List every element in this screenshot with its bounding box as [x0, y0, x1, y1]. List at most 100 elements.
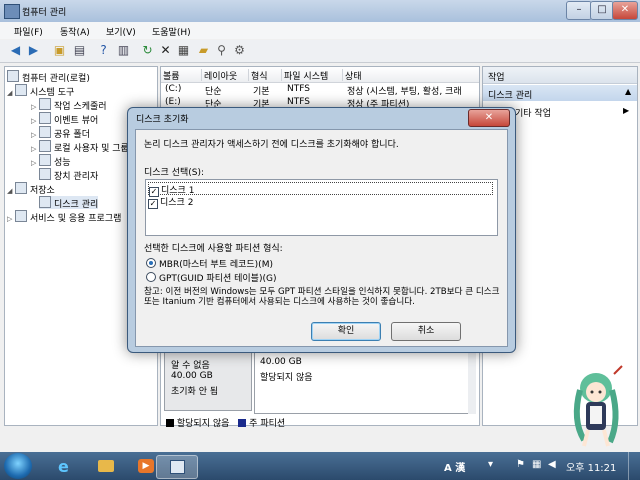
menu-help[interactable]: 도움말(H) — [152, 25, 191, 38]
disk-2-checkbox[interactable]: ✓ — [148, 199, 158, 209]
back-icon[interactable]: ◀ — [8, 43, 23, 58]
folder-icon — [98, 460, 114, 472]
disk-map-scrollbar[interactable] — [468, 348, 476, 414]
search-icon[interactable]: ⚲ — [214, 43, 229, 58]
legend-swatch-unallocated — [166, 419, 174, 427]
settings-icon[interactable]: ⚙ — [232, 43, 247, 58]
storage-icon — [15, 182, 27, 194]
menu-file[interactable]: 파일(F) — [14, 25, 43, 38]
disk-select-list: ✓ 디스크 1 ✓ 디스크 2 — [145, 179, 498, 236]
list-item[interactable]: ✓ 디스크 1 — [148, 182, 493, 197]
collapse-icon[interactable]: ◢ — [7, 87, 15, 100]
menu-bar: 파일(F) 동작(A) 보기(V) 도움말(H) — [0, 22, 640, 39]
flag-icon[interactable]: ⚑ — [516, 459, 525, 470]
table-row[interactable]: (C:) 단순 기본 NTFS 정상 (시스템, 부팅, 활성, 크래 — [161, 84, 479, 97]
folder-up-icon[interactable]: ▣ — [52, 43, 67, 58]
forward-icon[interactable]: ▶ — [26, 43, 41, 58]
ime-indicator[interactable]: A 漢 — [444, 459, 465, 474]
column-volume[interactable]: 볼륨 — [161, 69, 202, 82]
properties-icon[interactable]: ▦ — [176, 43, 191, 58]
tree-item-services-applications[interactable]: ▷ 서비스 및 응용 프로그램 — [7, 210, 121, 226]
tree-item-shared-folders[interactable]: ▷ 공유 폴더 — [31, 126, 90, 140]
help-icon[interactable]: ? — [96, 43, 111, 58]
tree-item-computer-management[interactable]: 컴퓨터 관리(로컬) — [7, 70, 90, 84]
gpt-option[interactable]: GPT(GUID 파티션 테이블)(G) — [146, 271, 276, 284]
actions-section-disk-management[interactable]: 디스크 관리 ▲ — [483, 85, 637, 101]
mbr-option[interactable]: MBR(마스터 부트 레코드)(M) — [146, 257, 273, 270]
event-viewer-icon — [39, 112, 51, 124]
clock[interactable]: 오후 11:21 — [566, 459, 616, 474]
delete-icon[interactable]: ✕ — [158, 43, 173, 58]
actions-section-label: 디스크 관리 — [488, 91, 533, 101]
device-manager-icon — [39, 168, 51, 180]
dialog-close-button[interactable]: ✕ — [468, 109, 510, 127]
collapse-icon[interactable]: ◢ — [7, 185, 15, 198]
tree-item-label: 작업 스케줄러 — [54, 102, 107, 112]
file-system-cell: NTFS — [287, 84, 310, 94]
dialog-title: 디스크 초기화 — [136, 115, 189, 125]
disk-select-label: 디스크 선택(S): — [144, 168, 205, 178]
gpt-radio[interactable] — [146, 272, 156, 282]
menu-action[interactable]: 동작(A) — [60, 25, 90, 38]
actions-header-label: 작업 — [488, 73, 505, 83]
refresh-icon[interactable]: ↻ — [140, 43, 155, 58]
window-title: 컴퓨터 관리 — [22, 8, 67, 18]
ok-button[interactable]: 확인 — [311, 322, 381, 341]
expand-icon[interactable]: ▷ — [31, 157, 39, 170]
desktop-mascot-image — [562, 360, 634, 450]
disk-info-panel[interactable]: 알 수 없음 40.00 GB 초기화 안 됨 — [164, 347, 252, 411]
cancel-button[interactable]: 취소 — [391, 322, 461, 341]
volume-icon[interactable]: ◀ — [548, 459, 556, 470]
ime-options-icon[interactable]: ▾ — [488, 459, 493, 470]
column-layout[interactable]: 레이아웃 — [202, 69, 249, 82]
tree-item-system-tools[interactable]: ◢ 시스템 도구 — [7, 84, 75, 100]
show-tree-icon[interactable]: ▤ — [72, 43, 87, 58]
network-icon[interactable]: ▦ — [532, 459, 541, 470]
close-button[interactable]: ✕ — [612, 1, 638, 20]
column-type[interactable]: 형식 — [249, 69, 282, 82]
action-more-label: 기타 작업 — [515, 109, 551, 119]
taskbar: e ▶ A 漢 ▾ ⚑ ▦ ◀ 오후 11:21 — [0, 452, 640, 480]
unallocated-region[interactable]: 40.00 GB 할당되지 않음 — [254, 347, 470, 414]
region-state: 할당되지 않음 — [260, 373, 313, 383]
maximize-button[interactable]: □ — [590, 1, 614, 20]
file-system-cell: NTFS — [287, 97, 310, 107]
taskbar-computer-management[interactable] — [156, 455, 198, 479]
tree-item-label: 컴퓨터 관리(로컬) — [22, 74, 90, 84]
tree-item-storage[interactable]: ◢ 저장소 — [7, 182, 55, 198]
tree-item-local-users[interactable]: ▷ 로컬 사용자 및 그룹 — [31, 140, 129, 154]
users-icon — [39, 140, 51, 152]
tree-item-label: 공유 폴더 — [54, 130, 90, 140]
show-desktop-button[interactable] — [628, 452, 639, 480]
menu-view[interactable]: 보기(V) — [106, 25, 136, 38]
title-bar[interactable]: 컴퓨터 관리 – □ ✕ — [0, 0, 640, 23]
media-player-icon: ▶ — [138, 459, 154, 473]
tree-item-event-viewer[interactable]: ▷ 이벤트 뷰어 — [31, 112, 98, 126]
column-status[interactable]: 상태 — [343, 69, 479, 82]
start-button[interactable] — [4, 453, 32, 479]
internet-explorer-icon: e — [58, 457, 69, 476]
tree-item-task-scheduler[interactable]: ▷ 작업 스케줄러 — [31, 98, 107, 112]
performance-icon — [39, 154, 51, 166]
partition-style-label: 선택한 디스크에 사용할 파티션 형식: — [144, 244, 283, 254]
mbr-label: MBR(마스터 부트 레코드)(M) — [159, 260, 273, 270]
column-file-system[interactable]: 파일 시스템 — [282, 69, 343, 82]
collapse-up-icon[interactable]: ▲ — [625, 87, 631, 96]
mbr-radio[interactable] — [146, 258, 156, 268]
open-folder-icon[interactable]: ▰ — [196, 43, 211, 58]
minimize-button[interactable]: – — [566, 1, 592, 20]
computer-management-icon — [170, 460, 185, 474]
legend-label-primary: 주 파티션 — [249, 419, 286, 429]
volume-list-header: 볼륨 레이아웃 형식 파일 시스템 상태 — [161, 67, 479, 83]
taskbar-internet-explorer[interactable]: e — [48, 455, 84, 477]
action-pane-icon[interactable]: ▥ — [116, 43, 131, 58]
tree-item-performance[interactable]: ▷ 성능 — [31, 154, 71, 170]
list-item[interactable]: ✓ 디스크 2 — [148, 195, 491, 209]
tree-item-label: 시스템 도구 — [30, 88, 75, 98]
taskbar-explorer[interactable] — [88, 455, 124, 477]
dialog-note: 참고: 이전 버전의 Windows는 모두 GPT 파티션 스타일을 인식하지… — [144, 287, 500, 307]
tree-item-label: 디스크 관리 — [54, 200, 99, 210]
expand-icon[interactable]: ▷ — [7, 213, 15, 226]
tree-item-device-manager[interactable]: 장치 관리자 — [39, 168, 98, 182]
tree-item-disk-management[interactable]: 디스크 관리 — [39, 196, 99, 210]
